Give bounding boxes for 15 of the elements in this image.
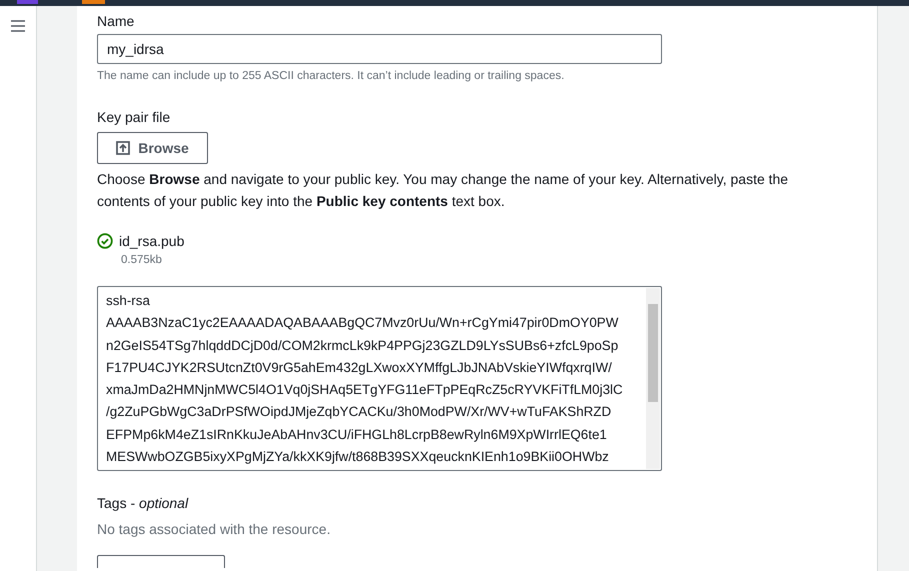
name-input[interactable]: my_idrsa (97, 34, 662, 64)
file-size: 0.575kb (121, 254, 163, 266)
hint-text: The name can include up to 255 ASCII characters. It can’t include leading or trailing spaces. (97, 70, 566, 82)
browse-button[interactable]: Browse (97, 132, 208, 164)
tags-label: Tags - optional (97, 495, 190, 511)
upload-icon (116, 141, 130, 155)
add-tag-button[interactable] (97, 555, 225, 568)
scrollbar[interactable] (646, 288, 660, 469)
empty-tags-text: No tags associated with the resource. (97, 521, 332, 537)
field-label: Name (97, 12, 136, 31)
field-label: Key pair file (97, 108, 172, 127)
key-contents-field[interactable]: ssh-rsa AAAAB3NzaC1yc2EAAAADAQABAAABgQC7Mvz0rUu/Wn+rCgYmi47pir0DmOY0PW n2GeIS54TSg7hlqddDCjD0d/COM2krmcLk9kP4PPGj23GZLD9LYsSUBs6+zfcL9poSp F17PU4CJYK2RSUtcnZt0V9rG5ahEm432gLXwoxXYMffgLJbJNAbVskieYIWfqxrqIW/ xmaJmDa2HMNjnMWC5l4O1Vq0jSHAq5ETgYFG11eFTpPEqRcZ5cRYVKFiTfLM0j3lC /g2ZuPGbWgC3aDrPSfWOipdJMjeZqbYCACKu/3h0ModPW/Xr/WV+wTuFAKShRZD EFPMp6kM4eZ1sIRnKkuJeAbAHnv3CU/iFHGLh8LcrpB8ewRyln6M9XpWIrrlEQ6te1 MESWwbOZGB5ixyXPgMjZYa/kkXK9jfw/t868B39SXXqeucknKIEnh1o9BKii0OHWbz (97, 286, 662, 471)
description-text: Choose Browse and navigate to your public key. You may change the name of your key. Alternatively, paste the contents of your public key into the Public key contents text box. (97, 170, 790, 211)
file-name: id_rsa.pub (119, 233, 184, 249)
menu-icon[interactable] (11, 20, 25, 32)
